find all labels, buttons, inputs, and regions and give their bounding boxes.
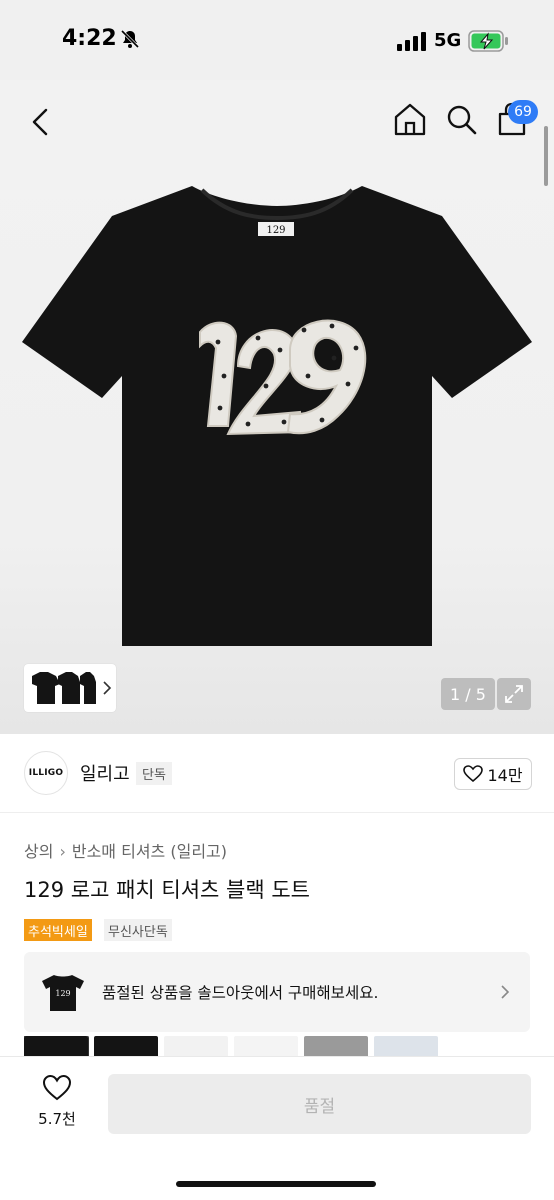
brand-like-button[interactable]: 14만	[454, 758, 532, 790]
expand-image-button[interactable]	[497, 678, 531, 710]
home-indicator	[176, 1181, 376, 1187]
home-button[interactable]	[392, 100, 428, 138]
brand-like-count: 14만	[487, 766, 523, 785]
color-option-light-blue[interactable]	[374, 1036, 438, 1056]
breadcrumb-subcategory[interactable]: 반소매 티셔츠 (일리고)	[72, 842, 227, 861]
battery-charging-icon	[468, 30, 508, 52]
color-option-black[interactable]	[94, 1036, 158, 1056]
brand-exclusive-tag: 단독	[136, 762, 172, 785]
brand-logo-text: ILLIGO	[28, 768, 64, 778]
bell-muted-icon	[120, 29, 140, 49]
breadcrumb: 상의 › 반소매 티셔츠 (일리고)	[24, 838, 227, 862]
search-button[interactable]	[444, 100, 480, 138]
sale-badge: 추석빅세일	[24, 919, 92, 941]
back-button[interactable]	[24, 102, 58, 142]
brand-logo[interactable]: ILLIGO	[24, 751, 68, 795]
breadcrumb-separator-icon: ›	[59, 842, 66, 861]
color-option-gray[interactable]	[304, 1036, 368, 1056]
scrollbar[interactable]	[544, 126, 548, 186]
chevron-left-icon	[32, 108, 48, 136]
exclusive-badge: 무신사단독	[104, 919, 172, 941]
heart-icon	[463, 765, 484, 783]
signal-icon	[397, 32, 426, 51]
search-icon	[447, 105, 477, 135]
home-icon	[394, 103, 426, 136]
wishlist-count: 5.7천	[38, 1110, 76, 1128]
heart-icon	[42, 1074, 72, 1101]
color-option-white[interactable]	[164, 1036, 228, 1056]
sold-out-button[interactable]: 품절	[108, 1074, 531, 1134]
chevron-right-icon	[501, 985, 510, 999]
cart-count-badge: 69	[508, 100, 538, 124]
image-counter: 1 / 5	[441, 678, 495, 710]
divider	[0, 812, 554, 813]
color-options	[24, 1036, 554, 1056]
product-image: 129	[22, 186, 532, 646]
soldout-banner-text: 품절된 상품을 솔드아웃에서 구매해보세요.	[102, 984, 379, 1002]
expand-icon	[505, 685, 523, 703]
color-option-black-dot[interactable]	[24, 1036, 89, 1056]
banner-tshirt-icon: 129	[42, 975, 84, 1011]
status-bar: 4:22 5G	[0, 0, 554, 80]
thumbnail-strip[interactable]	[24, 664, 116, 712]
svg-text:129: 129	[55, 989, 70, 998]
wishlist-button[interactable]: 5.7천	[28, 1074, 86, 1134]
network-type: 5G	[434, 30, 462, 51]
brand-name[interactable]: 일리고	[80, 760, 130, 786]
thumbnail-images	[32, 672, 112, 704]
soldout-banner[interactable]: 129 품절된 상품을 솔드아웃에서 구매해보세요.	[24, 952, 530, 1032]
product-title: 129 로고 패치 티셔츠 블랙 도트	[24, 878, 310, 902]
svg-text:129: 129	[266, 225, 285, 236]
color-option-white-dot[interactable]	[234, 1036, 298, 1056]
status-time: 4:22	[62, 26, 117, 51]
breadcrumb-category[interactable]: 상의	[24, 842, 53, 861]
